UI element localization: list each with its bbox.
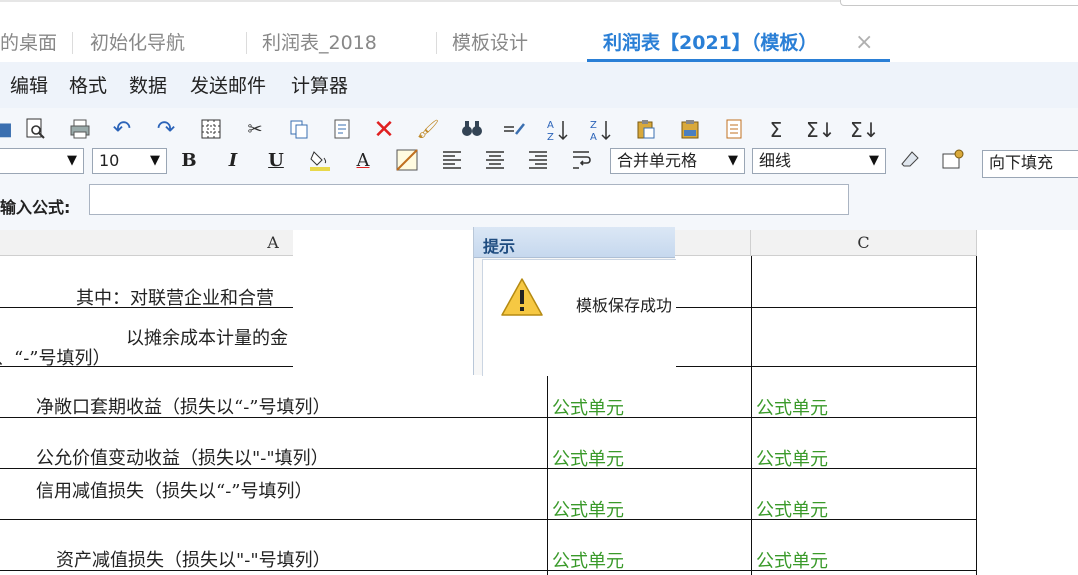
undo-icon[interactable]: ↶ bbox=[110, 118, 134, 142]
wrap-text-icon[interactable] bbox=[570, 148, 594, 172]
sum-row-icon[interactable]: Σ↓ bbox=[806, 118, 835, 142]
tab-template-design[interactable]: 模板设计 bbox=[452, 30, 528, 56]
cell-b-row5[interactable]: 公式单元 bbox=[552, 496, 624, 522]
delete-icon[interactable]: ✕ bbox=[372, 117, 396, 143]
column-header-c[interactable]: C bbox=[751, 230, 977, 256]
fill-color-icon[interactable] bbox=[308, 148, 332, 172]
save-icon[interactable]: ■ bbox=[0, 118, 16, 142]
border-style-select[interactable]: 细线 ▼ bbox=[752, 148, 886, 174]
font-color-button[interactable]: A bbox=[352, 148, 374, 174]
tab-close-icon[interactable]: × bbox=[855, 30, 873, 56]
redo-icon[interactable]: ↷ bbox=[154, 118, 178, 142]
tab-divider bbox=[246, 32, 247, 54]
grid-right-blank bbox=[977, 230, 1078, 575]
tab-profit-2018[interactable]: 利润表_2018 bbox=[262, 30, 377, 56]
column-divider bbox=[751, 256, 752, 575]
format-brush-icon[interactable]: 🖌 bbox=[416, 118, 440, 142]
print-icon[interactable] bbox=[68, 118, 92, 142]
cell-settings-icon[interactable] bbox=[941, 148, 965, 172]
cell-b-row3[interactable]: 公式单元 bbox=[552, 394, 624, 420]
message-dialog: 提示 模板保存成功 bbox=[473, 227, 676, 376]
cell-c-row4[interactable]: 公式单元 bbox=[756, 445, 828, 471]
cell-c-row6[interactable]: 公式单元 bbox=[756, 547, 828, 573]
font-family-select[interactable]: ▼ bbox=[0, 148, 84, 174]
paste-value-icon[interactable] bbox=[678, 118, 702, 142]
dialog-message: 模板保存成功 bbox=[576, 296, 673, 315]
dialog-titlebar[interactable]: 提示 bbox=[474, 227, 675, 258]
menu-edit[interactable]: 编辑 bbox=[10, 74, 48, 98]
sum-icon[interactable]: Σ bbox=[764, 118, 788, 142]
tab-bar: 的桌面 初始化导航 利润表_2018 模板设计 利润表【2021】（模板） × bbox=[0, 0, 1078, 63]
cut-icon[interactable]: ✂ bbox=[243, 118, 267, 142]
sort-asc-icon[interactable]: AZ bbox=[546, 118, 570, 143]
clipboard-icon[interactable] bbox=[722, 118, 746, 142]
replace-icon[interactable] bbox=[502, 118, 526, 142]
unrendered-area bbox=[293, 230, 473, 375]
cell-a-row5[interactable]: 信用减值损失（损失以“-”号填列） bbox=[36, 477, 313, 503]
align-right-icon[interactable] bbox=[526, 148, 550, 172]
tab-desktop[interactable]: 的桌面 bbox=[0, 30, 57, 56]
align-left-icon[interactable] bbox=[440, 148, 464, 172]
find-icon[interactable] bbox=[460, 118, 484, 142]
tab-divider bbox=[436, 32, 437, 54]
cell-a-row4[interactable]: 公允价值变动收益（损失以"-"填列） bbox=[36, 444, 329, 470]
cell-c-row5[interactable]: 公式单元 bbox=[756, 496, 828, 522]
underline-button[interactable]: U bbox=[265, 148, 287, 174]
formula-input[interactable] bbox=[89, 184, 849, 215]
formula-label: 输入公式: bbox=[0, 198, 71, 217]
grid-icon[interactable] bbox=[199, 118, 223, 142]
tab-init-nav[interactable]: 初始化导航 bbox=[90, 30, 185, 56]
sort-desc-icon[interactable]: ZA bbox=[589, 118, 613, 143]
fill-direction-select[interactable]: 向下填充 bbox=[982, 150, 1078, 178]
border-icon[interactable] bbox=[395, 148, 419, 172]
align-center-icon[interactable] bbox=[483, 148, 507, 172]
svg-text:Z: Z bbox=[547, 132, 554, 142]
window-edge bbox=[840, 0, 1078, 6]
menu-format[interactable]: 格式 bbox=[69, 74, 107, 98]
menu-bar: 编辑 格式 数据 发送邮件 计算器 bbox=[0, 62, 1078, 109]
sum-col-icon[interactable]: Σ↓ bbox=[850, 118, 879, 142]
eraser-icon[interactable] bbox=[898, 148, 922, 172]
paste-special-icon[interactable] bbox=[330, 118, 354, 142]
cell-c-row3[interactable]: 公式单元 bbox=[756, 394, 828, 420]
preview-icon[interactable] bbox=[24, 118, 48, 142]
paste-icon[interactable] bbox=[634, 118, 658, 142]
italic-button[interactable]: I bbox=[222, 148, 244, 174]
svg-text:A: A bbox=[547, 120, 554, 131]
cell-a-row6[interactable]: 资产减值损失（损失以"-"号填列） bbox=[56, 546, 331, 572]
cell-a-row1[interactable]: 其中：对联营企业和合营 bbox=[76, 284, 274, 310]
menu-calculator[interactable]: 计算器 bbox=[291, 74, 348, 98]
font-size-select[interactable]: 10 ▼ bbox=[92, 148, 167, 174]
cell-a-row3[interactable]: 净敞口套期收益（损失以“-”号填列） bbox=[36, 393, 331, 419]
cell-a-row2[interactable]: 以摊余成本计量的金 bbox=[126, 324, 288, 350]
bold-button[interactable]: B bbox=[178, 148, 200, 174]
cell-a-row2-wrap: 、“-”号填列） bbox=[0, 348, 111, 369]
copy-icon[interactable] bbox=[287, 118, 311, 142]
cell-b-row4[interactable]: 公式单元 bbox=[552, 445, 624, 471]
svg-text:A: A bbox=[590, 132, 597, 142]
dialog-title: 提示 bbox=[483, 237, 516, 256]
toolbar: ■ ↶ ↷ ✂ ✕ 🖌 AZ ZA Σ Σ↓ Σ↓ ▼ 10 ▼ B I U A… bbox=[0, 108, 1078, 230]
cell-b-row6[interactable]: 公式单元 bbox=[552, 547, 624, 573]
row-divider bbox=[0, 519, 977, 520]
tab-divider bbox=[72, 32, 73, 54]
menu-send-email[interactable]: 发送邮件 bbox=[190, 74, 266, 98]
merge-cells-select[interactable]: 合并单元格 ▼ bbox=[610, 148, 745, 174]
menu-data[interactable]: 数据 bbox=[129, 74, 167, 98]
tab-profit-2021-template[interactable]: 利润表【2021】（模板） bbox=[603, 30, 817, 56]
svg-text:Z: Z bbox=[590, 120, 597, 131]
warning-icon bbox=[500, 277, 544, 321]
